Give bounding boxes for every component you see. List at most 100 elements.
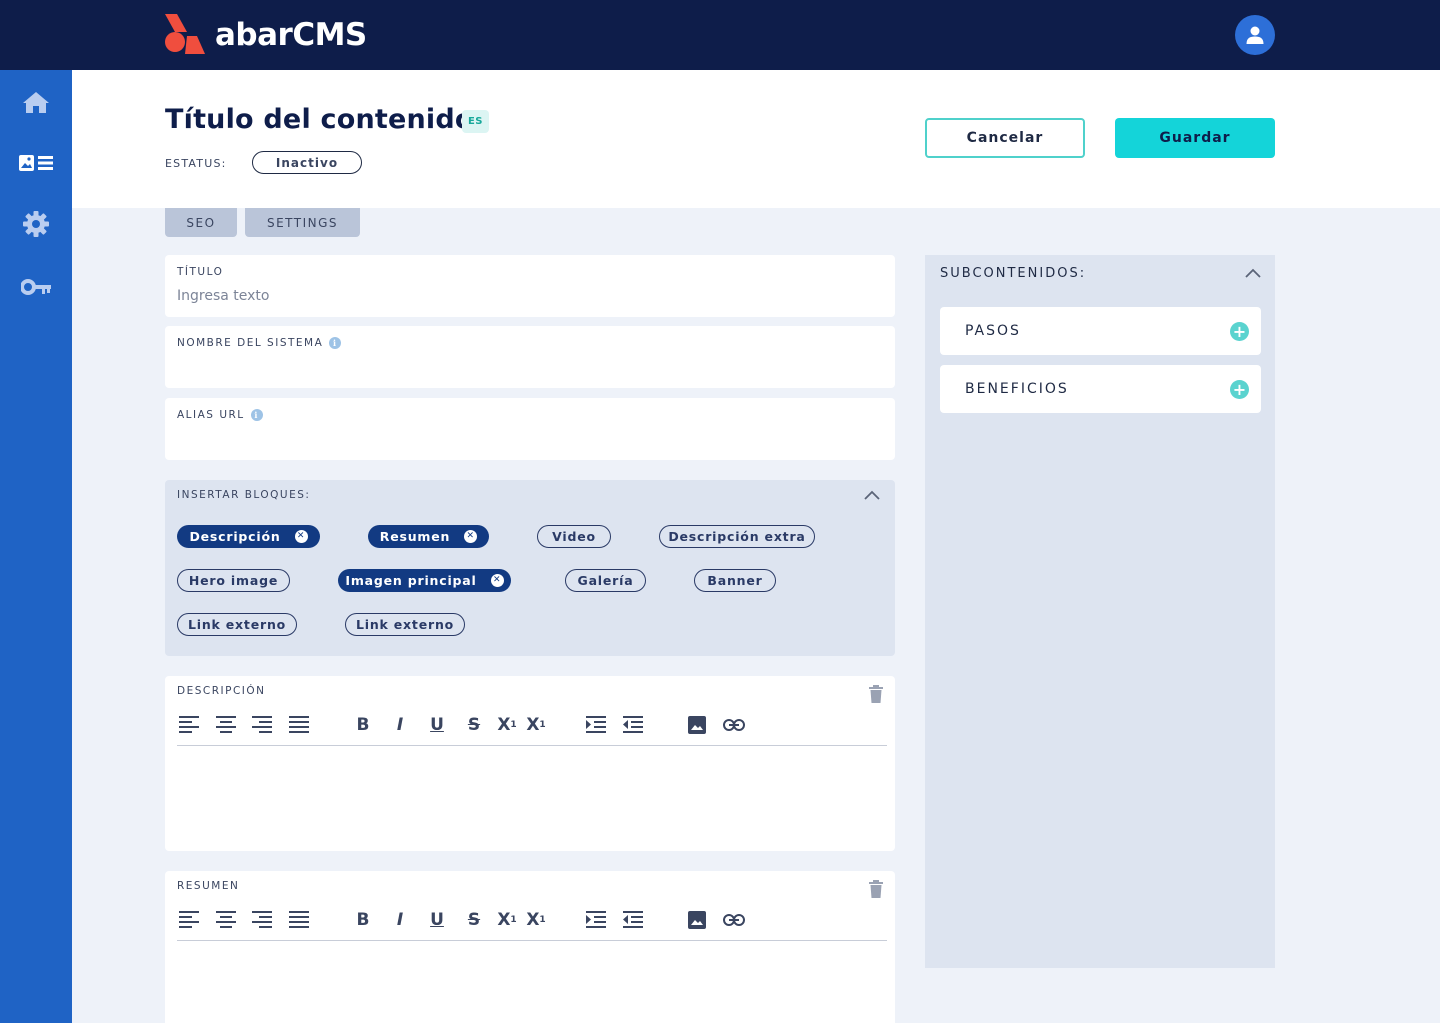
block-chip-video[interactable]: Video xyxy=(537,525,611,548)
cancel-button[interactable]: Cancelar xyxy=(925,118,1085,158)
system-name-field: NOMBRE DEL SISTEMA i xyxy=(165,326,895,388)
indent-button[interactable] xyxy=(583,907,609,933)
top-bar: abarCMS xyxy=(0,0,1440,70)
block-chip-resumen[interactable]: Resumen ✕ xyxy=(368,525,489,548)
align-left-button[interactable] xyxy=(176,712,202,738)
block-chip-imagen-principal[interactable]: Imagen principal ✕ xyxy=(338,569,511,592)
gear-icon xyxy=(23,211,49,237)
subcontent-item-beneficios[interactable]: BENEFICIOS + xyxy=(940,365,1261,413)
italic-button[interactable]: I xyxy=(387,712,413,738)
alias-url-input[interactable] xyxy=(177,431,877,447)
sidebar-item-keys[interactable] xyxy=(0,267,72,307)
block-chip-banner[interactable]: Banner xyxy=(694,569,776,592)
align-left-button[interactable] xyxy=(176,907,202,933)
chip-label: Descripción xyxy=(189,529,281,544)
trash-icon[interactable] xyxy=(868,685,884,703)
save-button[interactable]: Guardar xyxy=(1115,118,1275,158)
underline-button[interactable]: U xyxy=(424,907,450,933)
subcontent-item-label: PASOS xyxy=(965,323,1021,339)
block-chip-link-externo[interactable]: Link externo xyxy=(177,613,297,636)
indent-button[interactable] xyxy=(583,712,609,738)
subcontents-panel: SUBCONTENIDOS: PASOS + BENEFICIOS + xyxy=(925,255,1275,968)
superscript-button[interactable]: X1 xyxy=(494,907,520,933)
title-input[interactable] xyxy=(177,288,877,304)
status-label: ESTATUS: xyxy=(165,157,227,170)
outdent-button[interactable] xyxy=(620,907,646,933)
title-field-label: TÍTULO xyxy=(177,266,223,278)
chevron-up-icon[interactable] xyxy=(864,490,880,500)
align-center-button[interactable] xyxy=(213,712,239,738)
insert-link-button[interactable] xyxy=(721,712,747,738)
title-field: TÍTULO xyxy=(165,255,895,317)
remove-icon[interactable]: ✕ xyxy=(294,530,308,543)
subcontent-item-label: BENEFICIOS xyxy=(965,381,1069,397)
remove-icon[interactable]: ✕ xyxy=(464,530,478,543)
superscript-mark: 1 xyxy=(510,720,517,730)
align-center-icon xyxy=(216,716,236,733)
align-right-button[interactable] xyxy=(249,907,275,933)
insert-image-button[interactable] xyxy=(684,907,710,933)
align-center-button[interactable] xyxy=(213,907,239,933)
editor-label: RESUMEN xyxy=(177,880,240,892)
sidebar-item-content[interactable] xyxy=(0,143,72,183)
tab-seo[interactable]: SEO xyxy=(165,208,237,237)
subcontent-item-pasos[interactable]: PASOS + xyxy=(940,307,1261,355)
align-right-icon xyxy=(252,716,272,733)
editor-divider xyxy=(177,745,887,746)
sidebar xyxy=(0,70,72,1023)
add-circle-icon[interactable]: + xyxy=(1230,322,1249,341)
chevron-up-icon[interactable] xyxy=(1245,268,1261,278)
superscript-button[interactable]: X1 xyxy=(494,712,520,738)
status-badge[interactable]: Inactivo xyxy=(252,151,362,174)
brand-name: abarCMS xyxy=(215,17,367,53)
brand-logo[interactable]: abarCMS xyxy=(165,12,367,54)
info-icon[interactable]: i xyxy=(250,409,263,421)
subscript-button[interactable]: X1 xyxy=(523,907,549,933)
outdent-icon xyxy=(623,716,643,733)
block-chip-descripcion-extra[interactable]: Descripción extra xyxy=(659,525,815,548)
indent-icon xyxy=(586,716,606,733)
block-chip-hero-image[interactable]: Hero image xyxy=(177,569,290,592)
block-chip-link-externo[interactable]: Link externo xyxy=(345,613,465,636)
trash-icon[interactable] xyxy=(868,880,884,898)
align-right-icon xyxy=(252,911,272,928)
underline-button[interactable]: U xyxy=(424,712,450,738)
indent-icon xyxy=(586,911,606,928)
strikethrough-button[interactable]: S xyxy=(461,907,487,933)
sidebar-item-settings[interactable] xyxy=(0,204,72,244)
user-avatar-button[interactable] xyxy=(1235,15,1275,55)
bold-button[interactable]: B xyxy=(350,907,376,933)
language-badge[interactable]: ES xyxy=(462,110,489,133)
sidebar-item-home[interactable] xyxy=(0,82,72,122)
subscript-mark: 1 xyxy=(539,915,546,925)
system-name-input[interactable] xyxy=(177,359,877,375)
add-circle-icon[interactable]: + xyxy=(1230,380,1249,399)
superscript-x: X xyxy=(497,715,511,735)
chip-label: Imagen principal xyxy=(345,573,477,588)
insert-link-button[interactable] xyxy=(721,907,747,933)
italic-button[interactable]: I xyxy=(387,907,413,933)
block-chip-galeria[interactable]: Galería xyxy=(565,569,646,592)
insert-image-button[interactable] xyxy=(684,712,710,738)
alias-url-label-text: ALIAS URL xyxy=(177,409,245,421)
editor-content-area[interactable] xyxy=(177,750,887,842)
bold-button[interactable]: B xyxy=(350,712,376,738)
outdent-button[interactable] xyxy=(620,712,646,738)
align-justify-button[interactable] xyxy=(286,907,312,933)
system-name-field-label: NOMBRE DEL SISTEMA i xyxy=(177,337,342,349)
editor-label: DESCRIPCIÓN xyxy=(177,685,266,697)
link-icon xyxy=(723,914,745,926)
remove-icon[interactable]: ✕ xyxy=(490,574,504,587)
block-chip-descripcion[interactable]: Descripción ✕ xyxy=(177,525,320,548)
subscript-button[interactable]: X1 xyxy=(523,712,549,738)
align-right-button[interactable] xyxy=(249,712,275,738)
editor-content-area[interactable] xyxy=(177,945,887,1021)
subscript-x: X xyxy=(526,910,540,930)
info-icon[interactable]: i xyxy=(329,337,342,349)
align-justify-button[interactable] xyxy=(286,712,312,738)
key-icon xyxy=(21,279,51,295)
strikethrough-button[interactable]: S xyxy=(461,712,487,738)
subcontents-label: SUBCONTENIDOS: xyxy=(940,266,1087,281)
tab-settings[interactable]: SETTINGS xyxy=(245,208,360,237)
editor-divider xyxy=(177,940,887,941)
